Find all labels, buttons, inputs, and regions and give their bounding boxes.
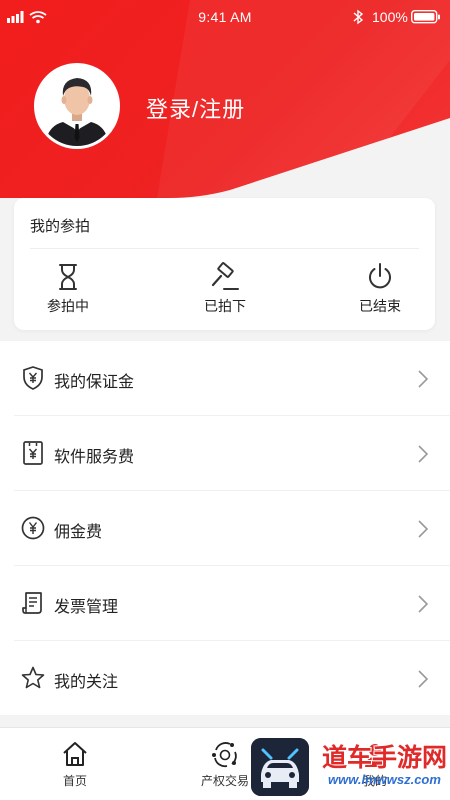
home-icon [63, 742, 87, 766]
menu-item-label: 软件服务费 [54, 449, 135, 466]
invoice-icon [22, 592, 42, 614]
avatar[interactable] [34, 63, 120, 149]
auction-won-button[interactable]: 已拍下 [165, 258, 285, 324]
menu-item-label: 发票管理 [54, 599, 119, 616]
chevron-right-icon [418, 595, 429, 613]
gavel-icon [211, 262, 239, 290]
watermark-name: 道车手游网 [322, 744, 448, 772]
menu-item-label: 佣金费 [54, 524, 103, 541]
car-game-logo-icon [251, 738, 309, 796]
menu-item-deposit[interactable]: 我的保证金 [0, 341, 450, 416]
status-bar: 9:41 AM 100% [0, 0, 450, 34]
battery-percent: 100% [372, 9, 408, 25]
chevron-right-icon [418, 445, 429, 463]
menu-item-favorites[interactable]: 我的关注 [0, 641, 450, 716]
receipt-yuan-icon [23, 441, 43, 465]
account-menu: 我的保证金 软件服务费 佣金费 发票管理 我的关注 [0, 341, 450, 715]
chevron-right-icon [418, 670, 429, 688]
watermark-logo [251, 738, 309, 796]
battery-icon [411, 10, 440, 24]
card-title: 我的参拍 [30, 218, 91, 235]
shield-yuan-icon [23, 366, 43, 390]
my-auction-card: 我的参拍 参拍中 已拍下 已结束 [14, 198, 435, 330]
chevron-right-icon [418, 370, 429, 388]
yuan-circle-icon [21, 516, 45, 540]
menu-item-software-fee[interactable]: 软件服务费 [0, 416, 450, 491]
menu-item-commission[interactable]: 佣金费 [0, 491, 450, 566]
hourglass-icon [59, 264, 77, 290]
chevron-right-icon [418, 520, 429, 538]
auction-in-progress-label: 参拍中 [47, 298, 89, 314]
power-icon [369, 263, 391, 289]
watermark-url: www.lmwwsz.com [328, 772, 441, 787]
auction-won-label: 已拍下 [204, 298, 246, 314]
menu-item-invoice[interactable]: 发票管理 [0, 566, 450, 641]
menu-item-label: 我的保证金 [54, 374, 135, 391]
menu-item-label: 我的关注 [54, 674, 119, 691]
divider [30, 248, 419, 249]
tab-label: 首页 [62, 774, 87, 788]
bluetooth-icon [353, 9, 364, 25]
user-avatar-icon [37, 66, 117, 146]
exchange-icon [212, 742, 237, 768]
auction-in-progress-button[interactable]: 参拍中 [8, 258, 128, 324]
tab-home[interactable]: 首页 [30, 728, 120, 800]
auction-ended-label: 已结束 [359, 298, 401, 314]
auction-ended-button[interactable]: 已结束 [320, 258, 440, 324]
star-icon [21, 666, 45, 689]
watermark-text: 道车手游网 www.lmwwsz.com [322, 744, 450, 800]
login-register-link[interactable]: 登录/注册 [146, 92, 245, 124]
